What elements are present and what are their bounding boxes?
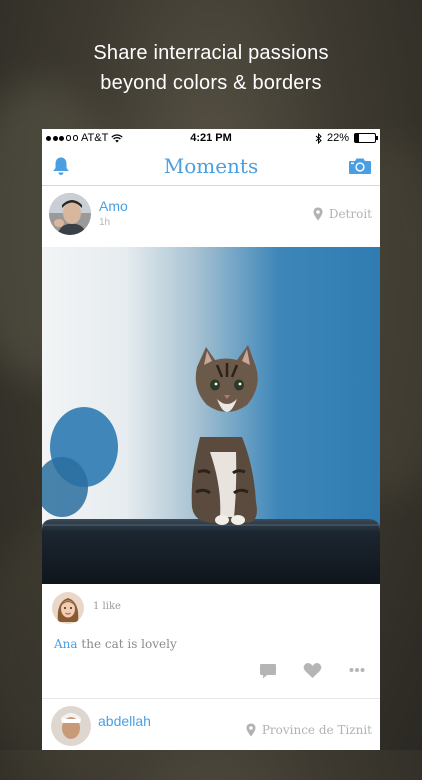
post-author[interactable]: abdellah	[98, 713, 151, 729]
battery-percent: 22%	[326, 132, 349, 144]
comment-text: the cat is lovely	[81, 637, 177, 651]
battery-level	[355, 134, 360, 142]
wifi-icon	[111, 133, 123, 142]
camera-icon[interactable]	[348, 157, 372, 175]
user-photo-icon	[52, 592, 84, 624]
post-actions	[42, 662, 380, 682]
location-label: Province de Tiznit	[261, 723, 372, 737]
likes-row: 1 like	[42, 584, 380, 629]
post-photo[interactable]	[42, 247, 380, 584]
avatar[interactable]	[51, 706, 91, 746]
battery-icon	[354, 133, 378, 143]
bluetooth-icon	[315, 132, 322, 144]
status-bar: AT&T 4:21 PM 22%	[42, 129, 380, 147]
headline-line-1: Share interracial passions	[93, 42, 329, 64]
headline-line-2: beyond colors & borders	[100, 72, 322, 94]
heart-icon[interactable]	[303, 662, 322, 679]
signal-strength-icon	[46, 135, 78, 141]
comment-author[interactable]: Ana	[54, 637, 78, 651]
likes-count[interactable]: 1 like	[93, 601, 121, 612]
more-icon[interactable]	[349, 667, 365, 673]
post-author[interactable]: Amo	[99, 198, 128, 214]
next-post-header: abdellah Province de Tiznit	[42, 706, 380, 750]
comment: Ana the cat is lovely	[54, 637, 177, 651]
location-pin-icon	[313, 207, 323, 221]
phone-screen: AT&T 4:21 PM 22% Moments Amo 1h Detroit …	[42, 129, 380, 750]
liker-avatar[interactable]	[52, 592, 84, 624]
user-photo-icon	[49, 193, 91, 235]
post-time: 1h	[99, 217, 111, 228]
page-title: Moments	[163, 154, 259, 178]
post-divider	[42, 698, 380, 699]
navigation-bar: Moments	[42, 147, 380, 186]
post-location: Province de Tiznit	[246, 723, 372, 737]
comment-icon[interactable]	[259, 662, 277, 680]
post-header: Amo 1h Detroit	[42, 186, 380, 246]
post-location: Detroit	[313, 207, 372, 221]
location-pin-icon	[246, 723, 256, 737]
location-label: Detroit	[328, 207, 372, 221]
user-photo-icon	[51, 706, 91, 746]
avatar[interactable]	[49, 193, 91, 235]
cat-photo	[42, 247, 380, 584]
marketing-headline: Share interracial passions beyond colors…	[0, 38, 422, 98]
carrier-label: AT&T	[81, 132, 109, 144]
